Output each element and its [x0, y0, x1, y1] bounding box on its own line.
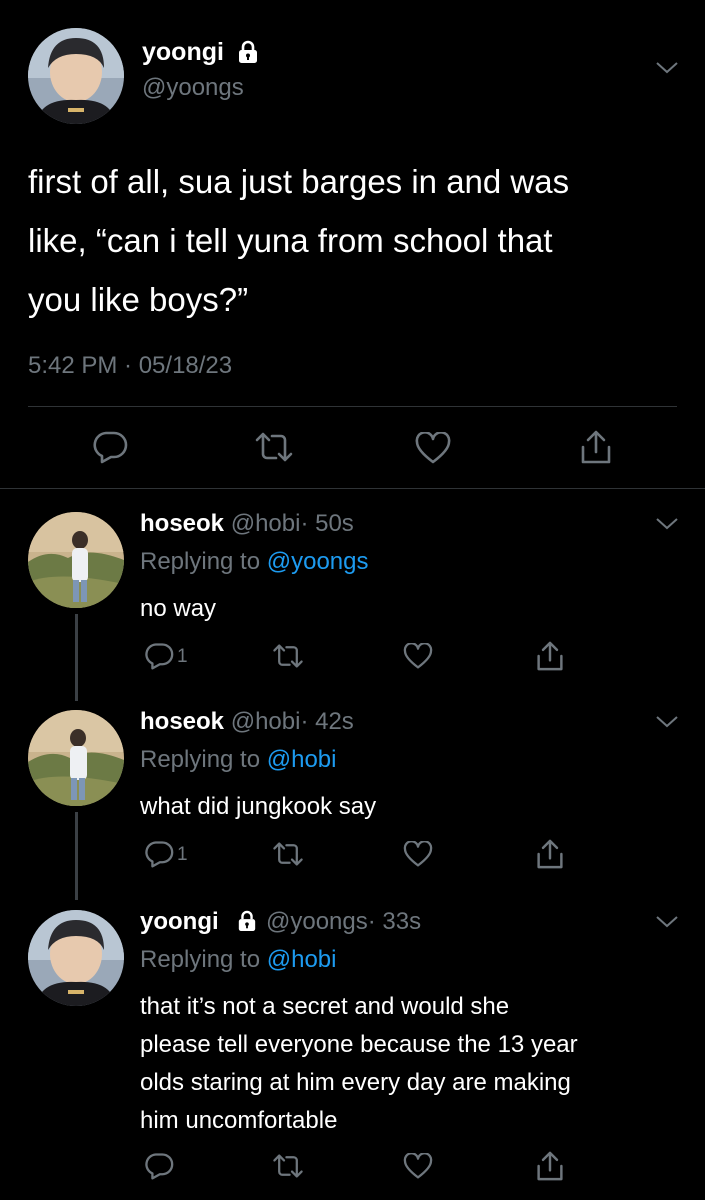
author-handle[interactable]: @yoongs	[266, 908, 368, 935]
chevron-down-icon[interactable]	[655, 516, 679, 532]
reply-text-line: him uncomfortable	[140, 1107, 338, 1134]
share-icon[interactable]	[536, 838, 564, 870]
reply-text-line: no way	[140, 595, 217, 622]
tweet-text-line: like, “can i tell yuna from school that	[28, 222, 553, 259]
retweet-icon[interactable]	[272, 1153, 304, 1179]
share-icon[interactable]	[536, 640, 564, 672]
divider	[0, 488, 705, 489]
author-name[interactable]: yoongi	[142, 38, 224, 66]
share-icon[interactable]	[580, 429, 612, 465]
reply-text: that it’s not a secret and would she ple…	[140, 988, 578, 1140]
chevron-down-icon[interactable]	[655, 914, 679, 930]
thread-line	[75, 614, 78, 701]
tweet-time[interactable]: · 33s	[368, 908, 421, 935]
reply-count: 1	[177, 844, 188, 865]
avatar-hoseok-image	[28, 710, 124, 806]
author-handle[interactable]: @hobi	[231, 708, 301, 735]
retweet-icon[interactable]	[254, 431, 294, 463]
avatar[interactable]	[28, 28, 124, 124]
chevron-down-icon[interactable]	[655, 60, 679, 76]
replying-to-handle[interactable]: @yoongs	[267, 548, 369, 575]
avatar[interactable]	[28, 910, 124, 1006]
reply-text-line: please tell everyone because the 13 year	[140, 1031, 578, 1058]
reply-text-line: olds staring at him every day are making	[140, 1069, 571, 1096]
avatar-yoongi-image	[28, 28, 124, 124]
author-handle[interactable]: @yoongs	[142, 74, 244, 101]
tweet-text-line: you like boys?”	[28, 281, 249, 318]
reply-icon[interactable]	[92, 430, 128, 464]
avatar-hoseok-image	[28, 512, 124, 608]
share-icon[interactable]	[536, 1150, 564, 1182]
reply-count: 1	[177, 646, 188, 667]
reply-icon[interactable]	[144, 1152, 174, 1180]
replying-to-label: Replying to	[140, 548, 267, 575]
avatar-yoongi-image	[28, 910, 124, 1006]
avatar[interactable]	[28, 512, 124, 608]
reply-text-line: that it’s not a secret and would she	[140, 993, 510, 1020]
like-icon[interactable]	[403, 1153, 433, 1179]
author-name[interactable]: yoongi	[140, 908, 219, 935]
like-icon[interactable]	[403, 841, 433, 867]
author-name[interactable]: hoseok	[140, 510, 224, 537]
tweet-time[interactable]: · 50s	[300, 510, 353, 537]
divider	[28, 406, 677, 407]
retweet-icon[interactable]	[272, 643, 304, 669]
author-handle[interactable]: @hobi	[231, 510, 301, 537]
tweet-timestamp[interactable]: 5:42 PM · 05/18/23	[28, 352, 232, 379]
replying-to-handle[interactable]: @hobi	[267, 946, 337, 973]
lock-icon	[237, 910, 257, 932]
reply-icon[interactable]	[144, 840, 174, 868]
replying-to-label: Replying to	[140, 946, 267, 973]
reply-icon[interactable]	[144, 642, 174, 670]
tweet-text: first of all, sua just barges in and was…	[28, 152, 569, 329]
like-icon[interactable]	[415, 432, 451, 464]
like-icon[interactable]	[403, 643, 433, 669]
lock-icon	[237, 40, 259, 64]
retweet-icon[interactable]	[272, 841, 304, 867]
replying-to-handle[interactable]: @hobi	[267, 746, 337, 773]
tweet-text-line: first of all, sua just barges in and was	[28, 163, 570, 200]
reply-text-line: what did jungkook say	[140, 793, 377, 820]
avatar[interactable]	[28, 710, 124, 806]
replying-to-label: Replying to	[140, 746, 267, 773]
tweet-time[interactable]: · 42s	[300, 708, 353, 735]
thread-line	[75, 812, 78, 900]
author-name[interactable]: hoseok	[140, 708, 224, 735]
chevron-down-icon[interactable]	[655, 714, 679, 730]
